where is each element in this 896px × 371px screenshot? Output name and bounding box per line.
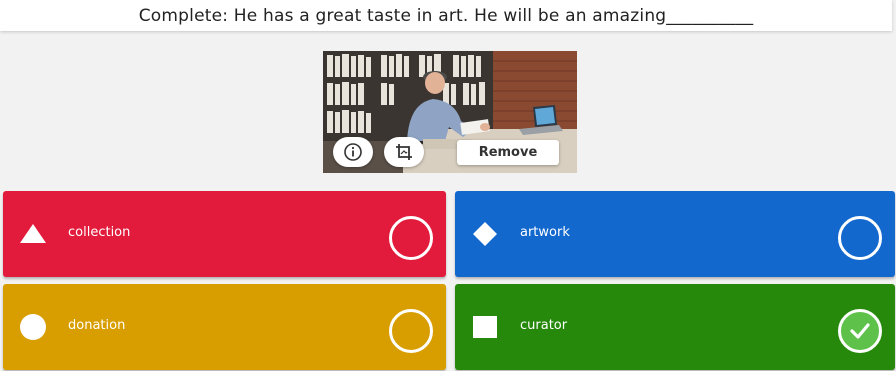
- triangle-icon: [20, 224, 46, 243]
- question-text: Complete: He has a great taste in art. H…: [138, 5, 754, 26]
- answer-option-3[interactable]: donation: [3, 284, 446, 370]
- crop-icon: [396, 144, 412, 160]
- answer-option-2[interactable]: artwork: [455, 191, 895, 277]
- image-info-button[interactable]: [333, 137, 373, 167]
- circle-icon: [20, 314, 46, 340]
- image-crop-button[interactable]: [384, 137, 424, 167]
- answer-label-3: donation: [68, 318, 126, 333]
- remove-image-button[interactable]: Remove: [457, 140, 559, 165]
- answer-select-circle-3[interactable]: [389, 309, 433, 353]
- answer-option-1[interactable]: collection: [3, 191, 446, 277]
- diamond-icon: [473, 222, 497, 246]
- answer-select-circle-2[interactable]: [838, 216, 882, 260]
- answer-label-4: curator: [520, 318, 568, 333]
- checkmark-icon: [850, 323, 870, 339]
- answer-label-2: artwork: [520, 225, 570, 240]
- answer-select-circle-4[interactable]: [838, 309, 882, 353]
- info-icon: [344, 143, 362, 161]
- question-bar: Complete: He has a great taste in art. H…: [0, 0, 892, 31]
- answer-label-1: collection: [68, 225, 131, 240]
- answer-option-4[interactable]: curator: [455, 284, 895, 370]
- answer-select-circle-1[interactable]: [389, 216, 433, 260]
- square-icon: [473, 316, 497, 338]
